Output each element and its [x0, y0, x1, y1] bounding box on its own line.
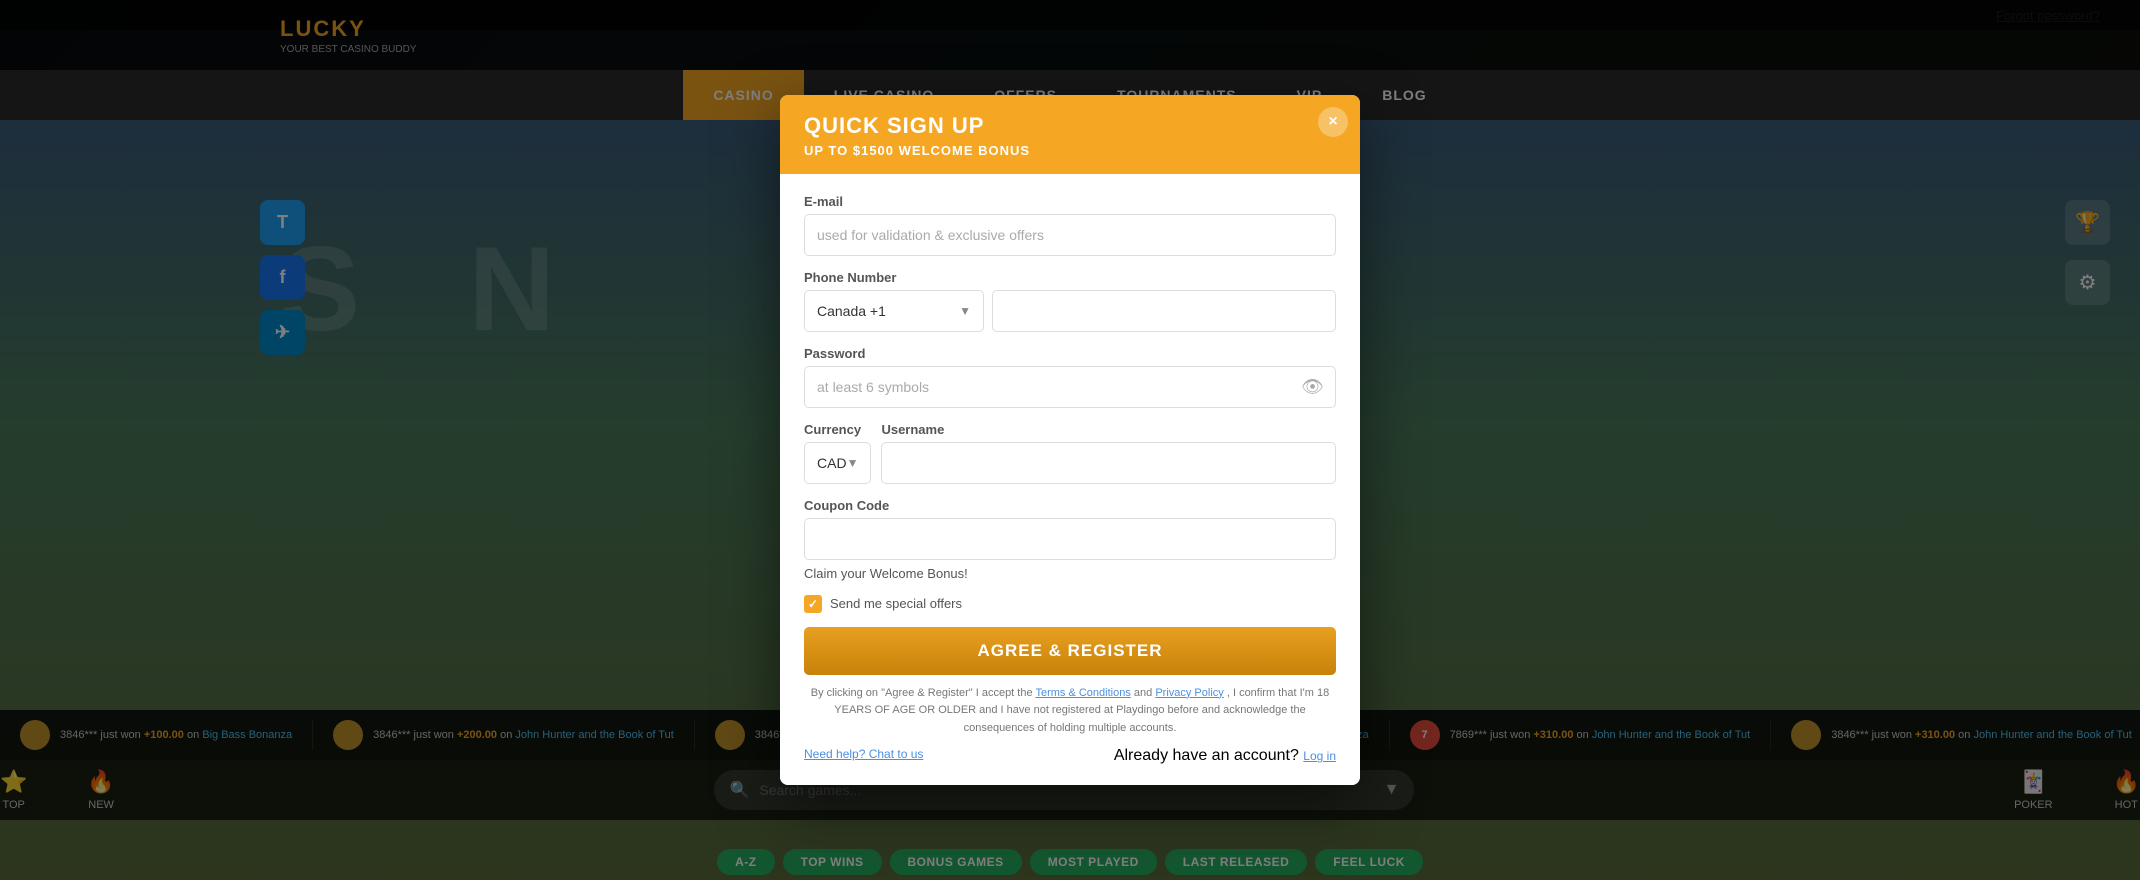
- modal-bottom-links: Need help? Chat to us Already have an ac…: [804, 747, 1336, 765]
- modal-title: QUICK SIGN UP: [804, 113, 1336, 139]
- coupon-form-group: Coupon Code LUCKYDINGO Claim your Welcom…: [804, 498, 1336, 581]
- password-input[interactable]: [804, 366, 1336, 408]
- username-label: Username: [881, 422, 1336, 437]
- already-account-text: Already have an account? Log in: [1114, 747, 1336, 765]
- phone-country-select[interactable]: Canada +1 ▼: [804, 290, 984, 332]
- phone-form-group: Phone Number Canada +1 ▼: [804, 270, 1336, 332]
- password-visibility-toggle[interactable]: 👁: [1301, 376, 1324, 397]
- chat-help-link[interactable]: Need help? Chat to us: [804, 747, 923, 765]
- phone-label: Phone Number: [804, 270, 1336, 285]
- currency-select[interactable]: CAD ▼: [804, 442, 871, 484]
- phone-number-input[interactable]: [992, 290, 1336, 332]
- phone-country-value: Canada +1: [817, 303, 886, 319]
- chevron-down-icon: ▼: [847, 456, 859, 470]
- offers-checkbox-label: Send me special offers: [830, 596, 962, 611]
- privacy-policy-link[interactable]: Privacy Policy: [1155, 687, 1223, 699]
- currency-label: Currency: [804, 422, 871, 437]
- username-input[interactable]: 9574623: [881, 442, 1336, 484]
- modal-header: QUICK SIGN UP UP TO $1500 WELCOME BONUS …: [780, 95, 1360, 174]
- login-link[interactable]: Log in: [1303, 749, 1336, 763]
- currency-username-row: Currency CAD ▼ Username 9574623: [804, 422, 1336, 484]
- currency-value: CAD: [817, 455, 847, 471]
- password-label: Password: [804, 346, 1336, 361]
- chevron-down-icon: ▼: [959, 304, 971, 318]
- offers-checkbox[interactable]: [804, 595, 822, 613]
- quick-signup-modal: QUICK SIGN UP UP TO $1500 WELCOME BONUS …: [780, 95, 1360, 786]
- email-input[interactable]: [804, 214, 1336, 256]
- terms-text: By clicking on "Agree & Register" I acce…: [804, 685, 1336, 738]
- modal-body: E-mail Phone Number Canada +1 ▼ Password: [780, 174, 1360, 786]
- phone-row: Canada +1 ▼: [804, 290, 1336, 332]
- password-wrapper: 👁: [804, 366, 1336, 408]
- terms-conditions-link[interactable]: Terms & Conditions: [1035, 687, 1130, 699]
- modal-subtitle: UP TO $1500 WELCOME BONUS: [804, 143, 1336, 158]
- email-form-group: E-mail: [804, 194, 1336, 256]
- offers-checkbox-row: Send me special offers: [804, 595, 1336, 613]
- modal-backdrop: QUICK SIGN UP UP TO $1500 WELCOME BONUS …: [0, 0, 2140, 880]
- claim-bonus-text: Claim your Welcome Bonus!: [804, 566, 1336, 581]
- email-label: E-mail: [804, 194, 1336, 209]
- terms-and: and: [1134, 687, 1152, 699]
- password-form-group: Password 👁: [804, 346, 1336, 408]
- coupon-label: Coupon Code: [804, 498, 1336, 513]
- terms-text-1: By clicking on "Agree & Register" I acce…: [811, 687, 1033, 699]
- coupon-input[interactable]: LUCKYDINGO: [804, 518, 1336, 560]
- register-button[interactable]: AGREE & REGISTER: [804, 627, 1336, 675]
- modal-close-button[interactable]: ×: [1318, 107, 1348, 137]
- currency-username-form-group: Currency CAD ▼ Username 9574623: [804, 422, 1336, 484]
